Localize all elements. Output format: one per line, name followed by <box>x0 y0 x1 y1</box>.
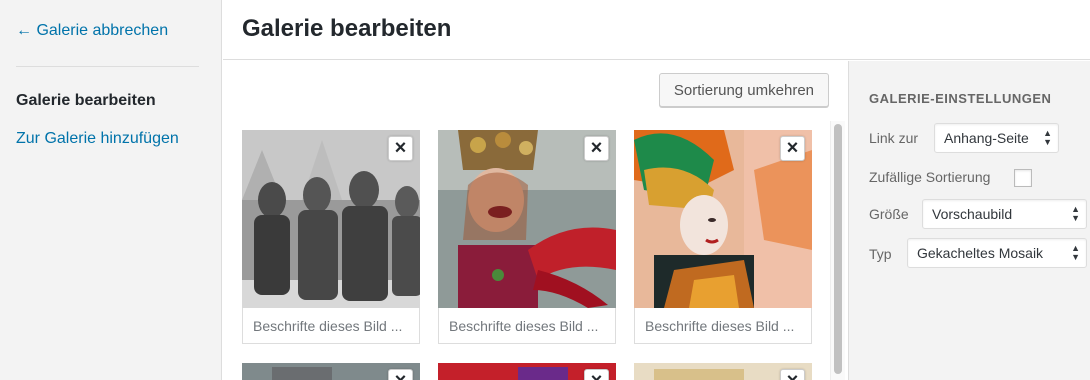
size-value: Vorschaubild <box>932 206 1013 222</box>
select-arrows-icon: ▲ ▼ <box>1071 243 1080 262</box>
remove-icon[interactable]: × <box>584 369 609 380</box>
gallery-item[interactable]: × Beschrifte dieses Bild ... <box>634 130 812 344</box>
gallery-item[interactable]: × <box>634 363 812 380</box>
type-value: Gekacheltes Mosaik <box>917 245 1044 261</box>
gallery-item[interactable]: × Beschrifte dieses Bild ... <box>438 130 616 344</box>
remove-icon[interactable]: × <box>584 136 609 161</box>
select-arrows-icon: ▲ ▼ <box>1071 204 1080 223</box>
media-frame-menu: ← Galerie abbrechen Galerie bearbeiten Z… <box>0 0 222 380</box>
caption-input[interactable]: Beschrifte dieses Bild ... <box>242 308 420 344</box>
grid-scrollbar-thumb[interactable] <box>834 124 842 374</box>
remove-icon[interactable]: × <box>388 136 413 161</box>
thumbnail-image[interactable]: × <box>438 363 616 380</box>
type-label: Typ <box>869 246 892 262</box>
link-to-select[interactable]: Anhang-Seite ▲ ▼ <box>934 123 1059 153</box>
caption-input[interactable]: Beschrifte dieses Bild ... <box>634 308 812 344</box>
thumbnail-image[interactable]: × <box>634 363 812 380</box>
caption-input[interactable]: Beschrifte dieses Bild ... <box>438 308 616 344</box>
link-to-label: Link zur <box>869 130 919 146</box>
media-frame-title: Galerie bearbeiten <box>223 0 1090 60</box>
random-order-checkbox[interactable] <box>1014 169 1032 187</box>
size-label: Größe <box>869 206 909 222</box>
thumbnail-image[interactable]: × <box>242 363 420 380</box>
menu-item-add-to-gallery[interactable]: Zur Galerie hinzufügen <box>16 130 179 148</box>
reverse-order-button[interactable]: Sortierung umkehren <box>658 73 829 107</box>
select-arrows-icon: ▲ ▼ <box>1043 128 1052 147</box>
attachments-toolbar: Sortierung umkehren <box>223 61 848 121</box>
gallery-settings-panel: GALERIE-EINSTELLUNGEN Link zur Anhang-Se… <box>848 61 1090 380</box>
random-order-label: Zufällige Sortierung <box>869 169 991 185</box>
attachments-grid: × Beschrifte dieses Bild ... × Beschrift… <box>223 121 848 380</box>
page-title: Galerie bearbeiten <box>242 15 452 42</box>
remove-icon[interactable]: × <box>780 136 805 161</box>
gallery-item[interactable]: × Beschrifte dieses Bild ... <box>242 130 420 344</box>
size-select[interactable]: Vorschaubild ▲ ▼ <box>922 199 1087 229</box>
settings-heading: GALERIE-EINSTELLUNGEN <box>869 91 1052 106</box>
gallery-item[interactable]: × <box>438 363 616 380</box>
type-select[interactable]: Gekacheltes Mosaik ▲ ▼ <box>907 238 1087 268</box>
remove-icon[interactable]: × <box>780 369 805 380</box>
link-to-value: Anhang-Seite <box>944 130 1029 146</box>
thumbnail-image[interactable]: × <box>438 130 616 308</box>
thumbnail-image[interactable]: × <box>634 130 812 308</box>
cancel-gallery-link[interactable]: ← Galerie abbrechen <box>16 22 168 40</box>
menu-item-edit-gallery[interactable]: Galerie bearbeiten <box>16 92 156 110</box>
gallery-item[interactable]: × <box>242 363 420 380</box>
menu-separator <box>16 66 199 67</box>
thumbnail-image[interactable]: × <box>242 130 420 308</box>
remove-icon[interactable]: × <box>388 369 413 380</box>
